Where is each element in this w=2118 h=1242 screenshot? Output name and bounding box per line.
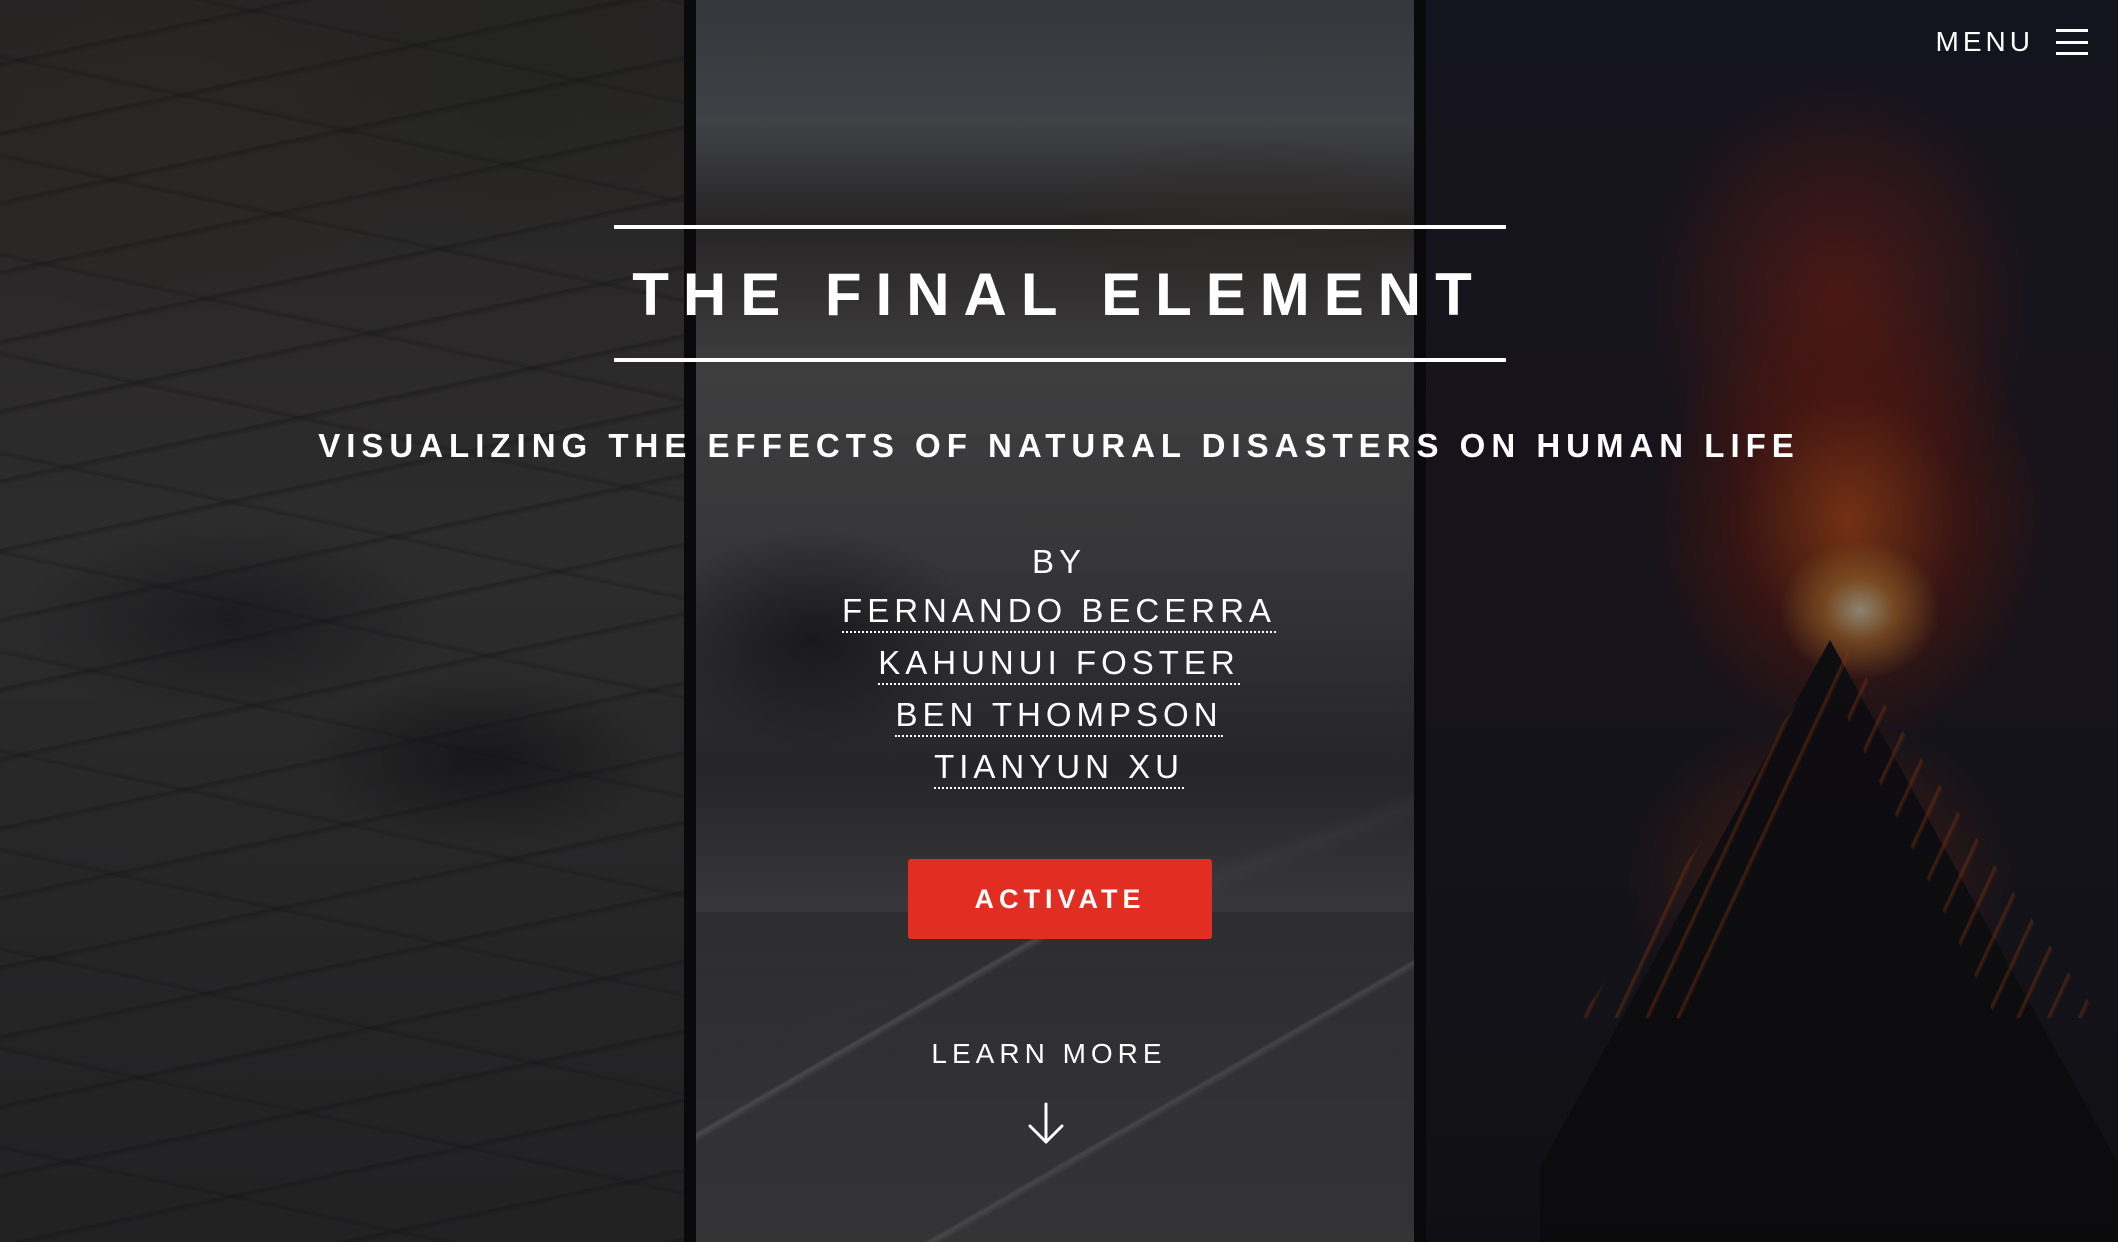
list-item: TIANYUN XU [0, 744, 2118, 796]
author-list: FERNANDO BECERRA KAHUNUI FOSTER BEN THOM… [0, 588, 2118, 796]
author-link[interactable]: FERNANDO BECERRA [842, 592, 1276, 633]
author-link[interactable]: KAHUNUI FOSTER [878, 644, 1240, 685]
hamburger-icon[interactable] [2056, 29, 2088, 55]
list-item: BEN THOMPSON [0, 692, 2118, 744]
title-rule-bottom [614, 358, 1506, 362]
learn-more-link[interactable]: LEARN MORE [0, 1034, 2098, 1074]
list-item: FERNANDO BECERRA [0, 588, 2118, 640]
arrow-down-icon[interactable] [1024, 1100, 1068, 1148]
author-link[interactable]: BEN THOMPSON [895, 696, 1223, 737]
author-link[interactable]: TIANYUN XU [934, 748, 1184, 789]
page-subtitle: VISUALIZING THE EFFECTS OF NATURAL DISAS… [318, 427, 1800, 464]
activate-button[interactable]: ACTIVATE [908, 859, 1212, 939]
menu-button[interactable]: MENU [1936, 26, 2088, 58]
byline-label: BY [1031, 543, 1087, 580]
menu-label: MENU [1935, 26, 2034, 57]
page-title: THE FINAL ELEMENT [632, 261, 1486, 328]
title-rule-top [614, 225, 1506, 229]
list-item: KAHUNUI FOSTER [0, 640, 2118, 692]
